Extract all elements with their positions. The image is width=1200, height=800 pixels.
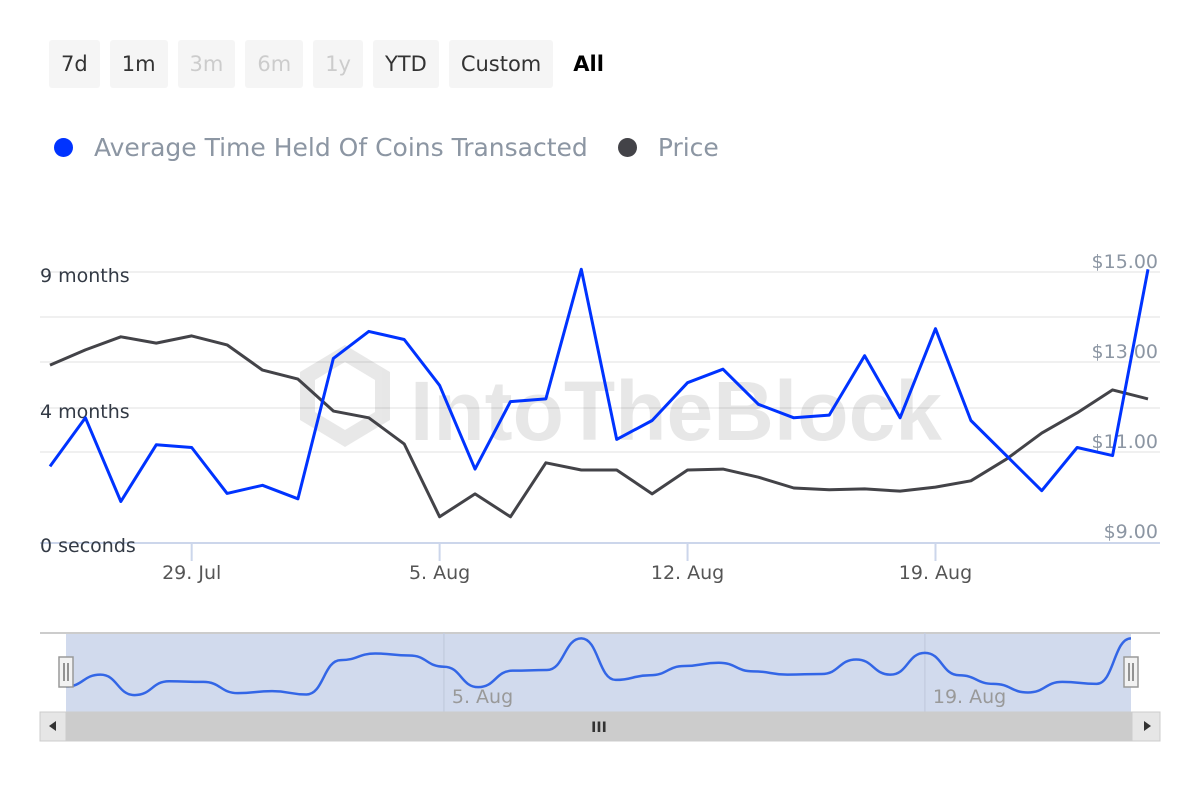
x-tick-label: 12. Aug bbox=[651, 562, 724, 584]
handle-grip-icon bbox=[58, 656, 74, 688]
navigator-handle-left[interactable] bbox=[58, 656, 74, 688]
navigator-x-label: 19. Aug bbox=[933, 686, 1006, 708]
x-tick-label: 29. Jul bbox=[162, 562, 221, 584]
y-left-tick-label: 9 months bbox=[40, 265, 130, 287]
y-right-tick-label: $13.00 bbox=[1092, 341, 1158, 363]
navigator-handle-right[interactable] bbox=[1123, 656, 1139, 688]
scroll-right-button[interactable] bbox=[1131, 711, 1161, 742]
y-left-tick-label: 0 seconds bbox=[40, 535, 136, 557]
scroll-left-button[interactable] bbox=[39, 711, 67, 742]
handle-grip-icon bbox=[1123, 656, 1139, 688]
x-tick-label: 19. Aug bbox=[899, 562, 972, 584]
navigator-x-label: 5. Aug bbox=[452, 686, 513, 708]
x-tick-label: 5. Aug bbox=[409, 562, 470, 584]
y-right-tick-label: $9.00 bbox=[1104, 521, 1158, 543]
chart: IntoTheBlock29. Jul 5. Aug 12. Aug 19. Aug9… bbox=[39, 251, 1161, 742]
y-right-tick-label: $11.00 bbox=[1092, 431, 1158, 453]
scrollbar-grip-icon: III bbox=[591, 720, 607, 736]
